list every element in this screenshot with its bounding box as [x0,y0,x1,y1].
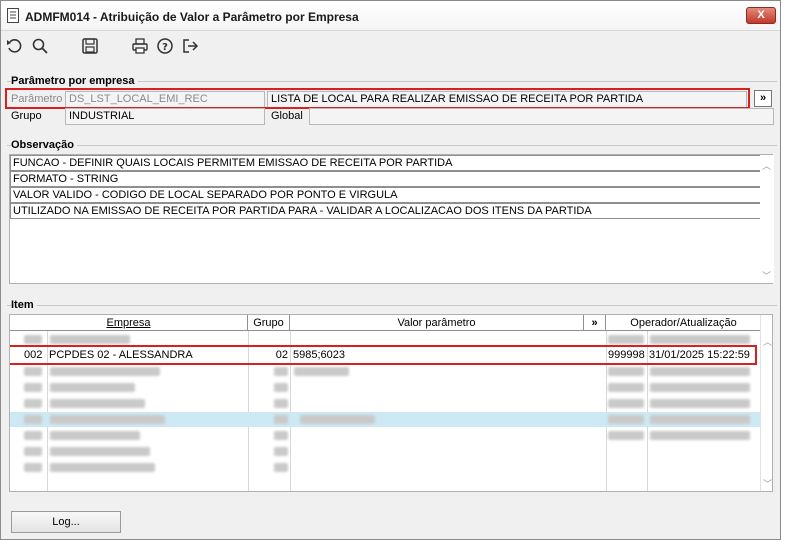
close-button[interactable]: X [746,7,776,24]
app-window: ADMFM014 - Atribuição de Valor a Parâmet… [0,0,781,540]
table-row[interactable] [10,364,761,379]
redacted-text [274,383,288,392]
redacted-text [650,367,750,376]
grupo-label: Grupo [11,110,42,122]
col-header-operador[interactable]: Operador/Atualização [606,315,761,331]
redacted-text [24,431,42,440]
redacted-text [24,383,42,392]
redacted-text [50,383,135,392]
save-icon[interactable] [80,36,100,56]
redacted-text [50,399,145,408]
scroll-up-icon[interactable]: ︿ [763,335,772,348]
observacao-line: FORMATO - STRING [10,171,761,187]
table-row[interactable] [10,444,761,459]
observacao-line: VALOR VALIDO - CODIGO DE LOCAL SEPARADO … [10,187,761,203]
item-grid-scrollbar[interactable]: ︿ ﹀ [760,315,772,491]
section-title-item: Item [11,299,37,311]
search-icon[interactable] [30,36,50,56]
cell-operador: 999998 [608,349,645,361]
table-row[interactable] [10,332,761,347]
svg-text:?: ? [162,42,168,53]
log-button[interactable]: Log... [11,511,121,533]
redacted-text [608,367,644,376]
col-header-grupo[interactable]: Grupo [248,315,290,331]
toolbar: ? [1,32,780,60]
undo-icon[interactable] [5,36,25,56]
cell-grupo: 02 [275,349,288,361]
observacao-textbox[interactable]: FUNCAO - DEFINIR QUAIS LOCAIS PERMITEM E… [9,154,774,284]
redacted-text [24,399,42,408]
redacted-text [24,335,42,344]
redacted-text [608,383,644,392]
print-icon[interactable] [130,36,150,56]
redacted-text [650,335,750,344]
redacted-text [650,415,750,424]
redacted-text [650,431,750,440]
parametro-code-field[interactable]: DS_LST_LOCAL_EMI_REC [65,91,265,108]
expand-button[interactable]: » [754,90,772,107]
window-title: ADMFM014 - Atribuição de Valor a Parâmet… [25,10,359,24]
redacted-text [274,367,288,376]
col-header-expand[interactable]: » [584,315,606,331]
redacted-text [24,415,42,424]
redacted-text [294,367,349,376]
redacted-text [608,415,644,424]
global-label: Global [271,110,303,122]
col-header-valor[interactable]: Valor parâmetro [290,315,584,331]
global-field [309,108,774,125]
table-row[interactable] [10,396,761,411]
section-divider [7,305,777,306]
table-row[interactable] [10,380,761,395]
cell-codigo: 002 [24,349,43,361]
redacted-text [274,463,288,472]
redacted-text [50,367,160,376]
cell-atualizacao: 31/01/2025 15:22:59 [649,349,750,361]
table-row[interactable] [10,412,761,427]
redacted-text [608,335,644,344]
exit-icon[interactable] [180,36,200,56]
table-row[interactable] [10,460,761,475]
grupo-field: INDUSTRIAL [65,108,265,125]
observacao-scrollbar[interactable]: ︿ ﹀ [760,155,774,283]
scroll-down-icon[interactable]: ﹀ [762,269,771,282]
scroll-down-icon[interactable]: ﹀ [763,477,772,490]
help-icon[interactable]: ? [155,36,175,56]
parametro-description-field: LISTA DE LOCAL PARA REALIZAR EMISSAO DE … [267,91,747,108]
col-header-empresa[interactable]: Empresa [10,315,248,331]
redacted-text [274,431,288,440]
cell-empresa: PCPDES 02 - ALESSANDRA [49,349,193,361]
section-title-parametro: Parâmetro por empresa [11,75,138,87]
redacted-text [274,399,288,408]
observacao-line: FUNCAO - DEFINIR QUAIS LOCAIS PERMITEM E… [10,155,761,171]
redacted-text [50,463,155,472]
redacted-text [24,367,42,376]
redacted-text [50,447,150,456]
redacted-text [50,431,140,440]
table-row[interactable] [10,428,761,443]
redacted-text [50,335,130,344]
redacted-text [650,399,750,408]
table-row-selected[interactable]: 002 PCPDES 02 - ALESSANDRA 02 5985;6023 … [10,348,761,363]
redacted-text [24,447,42,456]
title-bar: ADMFM014 - Atribuição de Valor a Parâmet… [1,1,780,31]
redacted-text [50,415,165,424]
section-divider [7,145,777,146]
item-grid[interactable]: Empresa Grupo Valor parâmetro » Operador… [9,314,773,492]
observacao-line: UTILIZADO NA EMISSAO DE RECEITA POR PART… [10,203,761,219]
parametro-label: Parâmetro [11,93,63,105]
redacted-text [608,399,644,408]
redacted-text [608,431,644,440]
scroll-up-icon[interactable]: ︿ [762,159,771,172]
redacted-text [274,447,288,456]
cell-valor: 5985;6023 [293,349,345,361]
redacted-text [274,415,288,424]
section-title-observacao: Observação [11,139,77,151]
redacted-text [300,415,375,424]
redacted-text [650,383,750,392]
document-icon [7,8,19,26]
grid-header: Empresa Grupo Valor parâmetro » Operador… [10,315,761,331]
redacted-text [24,463,42,472]
